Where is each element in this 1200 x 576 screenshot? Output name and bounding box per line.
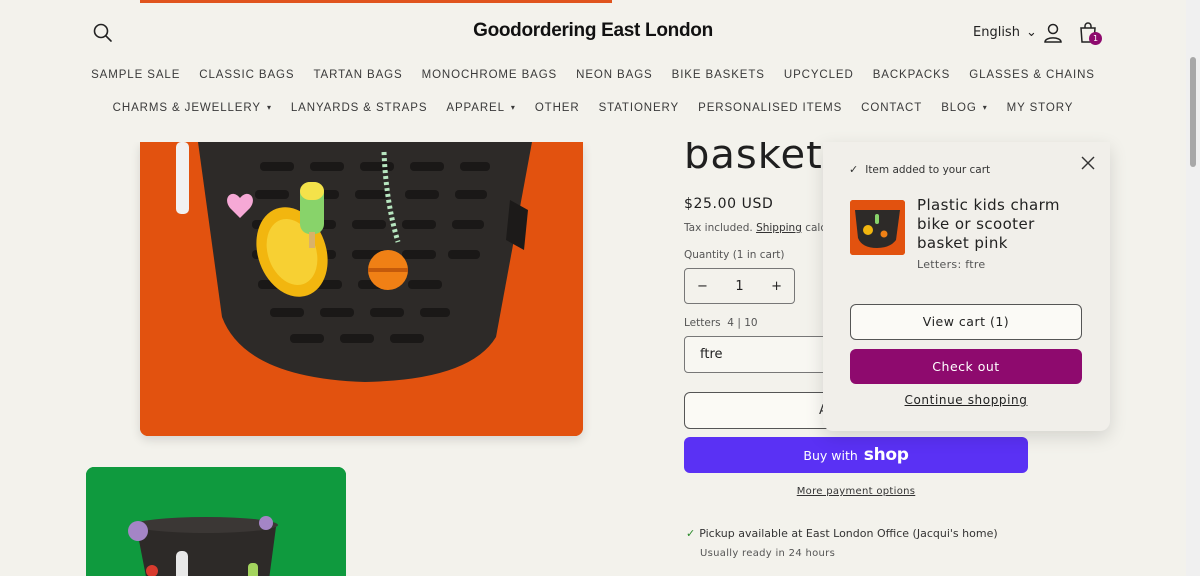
basket-photo xyxy=(140,142,583,436)
buy-with-text: Buy with xyxy=(803,448,858,463)
nav-backpacks[interactable]: BACKPACKS xyxy=(863,69,960,81)
pickup-prefix: Pickup available at xyxy=(699,527,803,540)
nav-other[interactable]: OTHER xyxy=(525,102,589,114)
nav-upcycled[interactable]: UPCYCLED xyxy=(774,69,863,81)
more-payment-options-link[interactable]: More payment options xyxy=(684,486,1028,497)
nav-label: LANYARDS & STRAPS xyxy=(290,102,428,114)
checkout-button[interactable]: Check out xyxy=(850,349,1082,384)
quantity-stepper: − 1 + xyxy=(684,268,795,304)
cart-item-thumbnail xyxy=(850,200,905,255)
cart-notification-popup: ✓ Item added to your cart Plastic kids ch… xyxy=(823,142,1110,431)
tax-text: Tax included. xyxy=(684,222,753,234)
continue-shopping-link[interactable]: Continue shopping xyxy=(850,393,1082,407)
check-icon: ✓ xyxy=(686,527,696,540)
close-icon[interactable] xyxy=(1079,154,1097,172)
nav-blog[interactable]: BLOG ▾ xyxy=(932,102,997,114)
nav-label: APPAREL xyxy=(446,102,505,114)
letters-count: 4 | 10 xyxy=(727,317,758,329)
shop-logo: shop xyxy=(863,445,909,465)
letters-label-text: Letters xyxy=(684,317,721,329)
cart-item-name: Plastic kids charm bike or scooter baske… xyxy=(917,196,1060,252)
cart-item-photo xyxy=(850,200,905,255)
nav-neon-bags[interactable]: NEON BAGS xyxy=(567,69,662,81)
nav-bike-baskets[interactable]: BIKE BASKETS xyxy=(662,69,774,81)
nav-apparel[interactable]: APPAREL ▾ xyxy=(437,102,525,114)
quantity-value[interactable]: 1 xyxy=(735,279,743,294)
nav-label: CHARMS & JEWELLERY xyxy=(112,102,261,114)
nav-classic-bags[interactable]: CLASSIC BAGS xyxy=(190,69,304,81)
thumbnail-photo xyxy=(86,467,346,576)
quantity-label: Quantity (1 in cart) xyxy=(684,249,785,261)
view-cart-button[interactable]: View cart (1) xyxy=(850,304,1082,340)
nav-label: OTHER xyxy=(534,102,580,114)
tax-note: Tax included. Shipping calc xyxy=(684,222,826,234)
chevron-down-icon: ⌄ xyxy=(1025,25,1037,40)
letters-label: Letters 4 | 10 xyxy=(684,317,758,329)
main-nav-row-2: CHARMS & JEWELLERY ▾ LANYARDS & STRAPS AP… xyxy=(0,102,1186,114)
nav-my-story[interactable]: MY STORY xyxy=(997,102,1083,114)
cart-item-option: Letters: ftre xyxy=(917,258,986,271)
image-top-edge xyxy=(140,0,612,3)
cart-count-badge: 1 xyxy=(1089,32,1102,45)
nav-sample-sale[interactable]: SAMPLE SALE xyxy=(82,69,190,81)
chevron-down-icon: ▾ xyxy=(982,103,988,112)
nav-personalised-items[interactable]: PERSONALISED ITEMS xyxy=(689,102,852,114)
item-added-text: Item added to your cart xyxy=(865,164,991,176)
product-main-image[interactable] xyxy=(140,142,583,436)
nav-contact[interactable]: CONTACT xyxy=(852,102,932,114)
shipping-link[interactable]: Shipping xyxy=(756,222,802,234)
site-header: Goodordering East London English ⌄ 1 SAMP… xyxy=(0,0,1186,142)
chevron-down-icon: ▾ xyxy=(510,103,516,112)
nav-monochrome-bags[interactable]: MONOCHROME BAGS xyxy=(412,69,567,81)
nav-charms-jewellery[interactable]: CHARMS & JEWELLERY ▾ xyxy=(103,102,281,114)
quantity-decrease-button[interactable]: − xyxy=(697,279,708,294)
product-price: $25.00 USD xyxy=(684,196,774,212)
language-selector[interactable]: English ⌄ xyxy=(973,25,1037,40)
account-icon[interactable] xyxy=(1043,22,1063,44)
nav-label: MY STORY xyxy=(1006,102,1074,114)
pickup-availability: ✓ Pickup available at East London Office … xyxy=(686,527,998,540)
item-added-message: ✓ Item added to your cart xyxy=(849,163,990,176)
nav-glasses-chains[interactable]: GLASSES & CHAINS xyxy=(960,69,1105,81)
nav-lanyards-straps[interactable]: LANYARDS & STRAPS xyxy=(281,102,437,114)
product-thumbnail-image[interactable] xyxy=(86,467,346,576)
nav-label: PERSONALISED ITEMS xyxy=(698,102,843,114)
main-nav-row-1: SAMPLE SALE CLASSIC BAGS TARTAN BAGS MON… xyxy=(0,69,1186,81)
language-label: English xyxy=(973,25,1020,40)
page-scrollbar-thumb[interactable] xyxy=(1190,57,1196,167)
nav-tartan-bags[interactable]: TARTAN BAGS xyxy=(304,69,412,81)
buy-with-shop-button[interactable]: Buy with shop xyxy=(684,437,1028,473)
nav-label: CONTACT xyxy=(861,102,923,114)
quantity-increase-button[interactable]: + xyxy=(771,279,782,294)
nav-stationery[interactable]: STATIONERY xyxy=(589,102,689,114)
pickup-ready-time: Usually ready in 24 hours xyxy=(700,548,836,559)
pickup-location: East London Office (Jacqui's home) xyxy=(805,527,998,540)
nav-label: STATIONERY xyxy=(598,102,680,114)
chevron-down-icon: ▾ xyxy=(266,103,272,112)
nav-label: BLOG xyxy=(941,102,977,114)
check-icon: ✓ xyxy=(849,163,859,176)
